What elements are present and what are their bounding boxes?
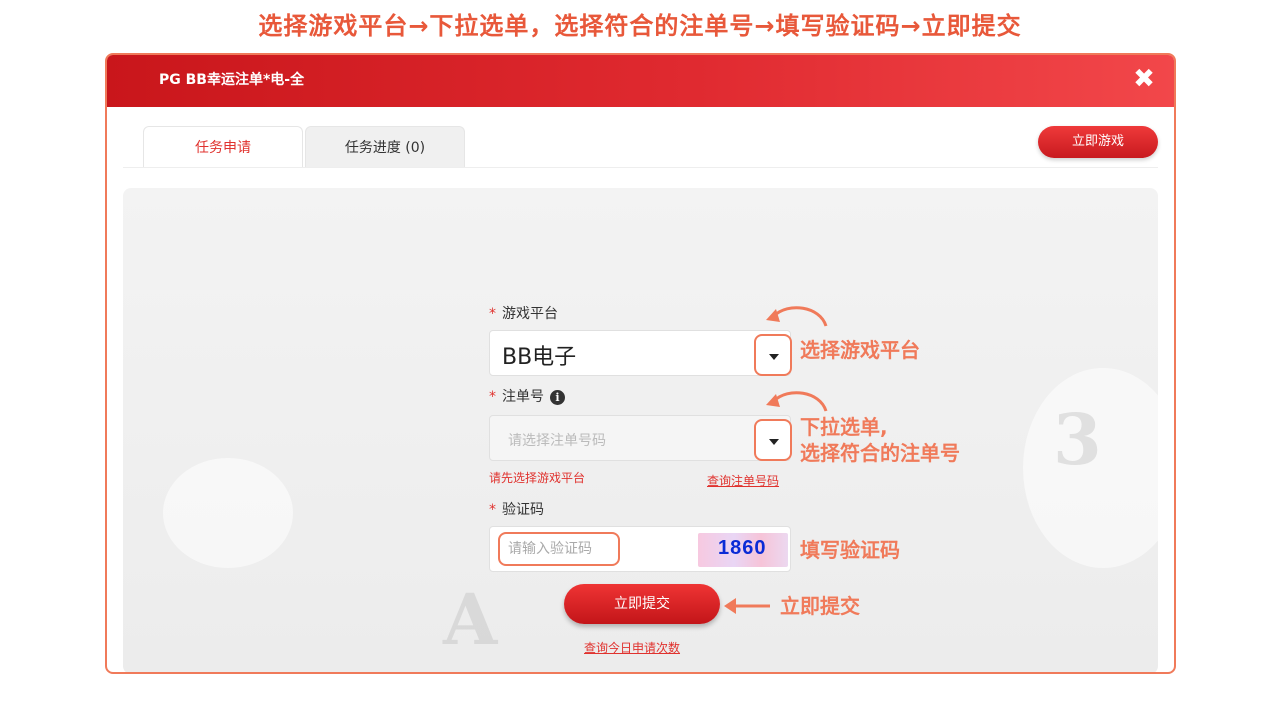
- annotation-select-platform: 选择游戏平台: [800, 338, 920, 362]
- ticket-label: * 注单号 i: [489, 386, 565, 406]
- caret-down-icon: [769, 354, 779, 360]
- tab-task-progress[interactable]: 任务进度 (0): [305, 126, 465, 168]
- ticket-dropdown-toggle[interactable]: [754, 419, 792, 461]
- tab-task-apply[interactable]: 任务申请: [143, 126, 303, 168]
- ticket-select[interactable]: 请选择注单号码: [489, 415, 792, 461]
- captcha-field: 1860: [489, 526, 791, 572]
- instruction-banner: 选择游戏平台→下拉选单，选择符合的注单号→填写验证码→立即提交: [258, 12, 1022, 40]
- curved-arrow-icon: [766, 306, 828, 327]
- captcha-code: 1860: [718, 537, 767, 559]
- card-decoration: A: [443, 578, 498, 661]
- modal-header: PG BB幸运注单*电-全 ✖: [107, 55, 1174, 107]
- tab-bar: 任务申请 任务进度 (0): [143, 126, 467, 168]
- modal-title: PG BB幸运注单*电-全: [159, 72, 305, 88]
- annotation-select-ticket: 下拉选单, 选择符合的注单号: [800, 415, 960, 465]
- captcha-image[interactable]: 1860: [698, 533, 788, 567]
- platform-select-value: BB电子: [502, 345, 577, 370]
- arrow-left-icon: [724, 598, 770, 614]
- caret-down-icon: [769, 439, 779, 445]
- curved-arrow-icon: [766, 391, 828, 412]
- daily-query-link[interactable]: 查询今日申请次数: [584, 639, 680, 656]
- tab-divider: [123, 167, 1158, 168]
- submit-button[interactable]: 立即提交: [564, 584, 720, 624]
- query-ticket-link[interactable]: 查询注单号码: [707, 472, 779, 489]
- platform-dropdown-toggle[interactable]: [754, 334, 792, 376]
- task-modal: PG BB幸运注单*电-全 ✖ 任务申请 任务进度 (0) 立即游戏 3 A *…: [105, 53, 1176, 674]
- info-icon[interactable]: i: [550, 390, 565, 405]
- platform-select[interactable]: BB电子: [489, 330, 792, 376]
- captcha-input[interactable]: [498, 532, 620, 566]
- play-now-button[interactable]: 立即游戏: [1038, 126, 1158, 158]
- captcha-label: * 验证码: [489, 502, 544, 518]
- ticket-select-placeholder: 请选择注单号码: [508, 433, 606, 449]
- form-panel: 3 A * 游戏平台 BB电子 * 注单号 i 请选择注单号码 请先选择游戏平台 查询…: [123, 188, 1158, 672]
- annotation-submit-now: 立即提交: [780, 594, 860, 618]
- lottery-ball-decoration: 3: [1053, 398, 1102, 481]
- platform-required-error: 请先选择游戏平台: [489, 471, 586, 485]
- platform-label: * 游戏平台: [489, 306, 558, 322]
- dice-decoration: [163, 458, 293, 568]
- close-icon[interactable]: ✖: [1130, 65, 1158, 93]
- annotation-fill-captcha: 填写验证码: [800, 538, 900, 562]
